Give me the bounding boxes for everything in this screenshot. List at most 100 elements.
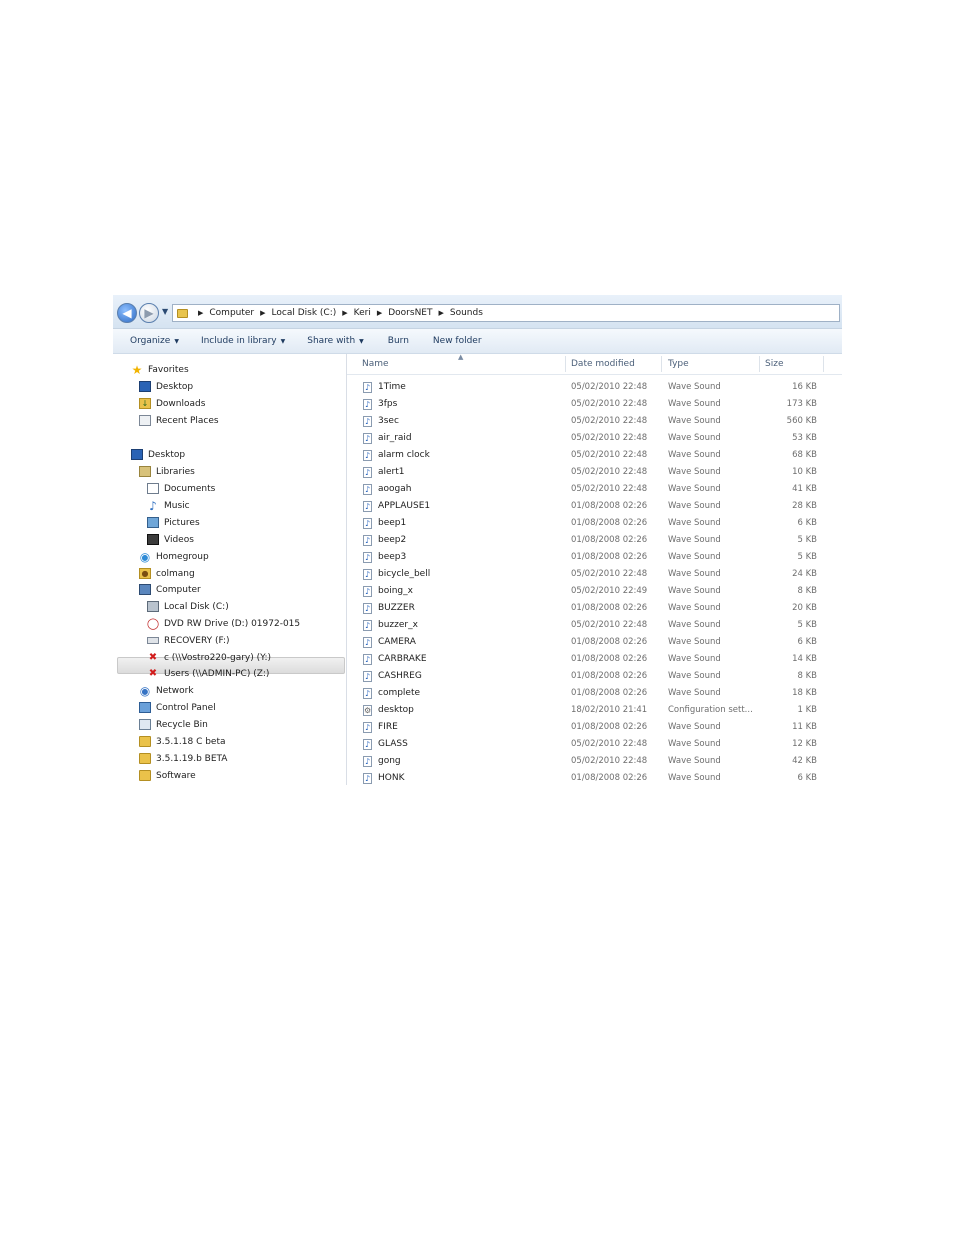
file-row[interactable]: ♪ 3sec 05/02/2010 22:48 Wave Sound 560 KB — [347, 413, 842, 430]
breadcrumb-chevron-icon[interactable]: ▶ — [260, 309, 265, 317]
file-row[interactable]: ♪ CAMERA 01/08/2008 02:26 Wave Sound 6 KB — [347, 634, 842, 651]
column-divider[interactable] — [823, 356, 824, 372]
nav-control-panel[interactable]: Control Panel — [139, 700, 216, 715]
audio-file-icon: ♪ — [363, 416, 372, 427]
file-size: 42 KB — [792, 756, 817, 766]
file-date: 05/02/2010 22:48 — [571, 739, 648, 749]
breadcrumb-sounds[interactable]: Sounds — [450, 308, 483, 318]
nav-favorites[interactable]: ★ Favorites — [131, 362, 189, 377]
pictures-icon — [147, 517, 159, 528]
file-row[interactable]: ♪ 3fps 05/02/2010 22:48 Wave Sound 173 KB — [347, 396, 842, 413]
file-type: Wave Sound — [668, 654, 721, 664]
nav-local-disk[interactable]: Local Disk (C:) — [147, 599, 229, 614]
nav-dvd-drive[interactable]: ◯ DVD RW Drive (D:) 01972-015 — [147, 616, 300, 631]
file-size: 6 KB — [797, 518, 817, 528]
file-name: bicycle_bell — [378, 569, 431, 579]
file-name: CARBRAKE — [378, 654, 427, 664]
folder-icon — [139, 770, 151, 781]
file-row[interactable]: ♪ buzzer_x 05/02/2010 22:48 Wave Sound 5 KB — [347, 617, 842, 634]
nav-folder-1[interactable]: 3.5.1.18 C beta — [139, 734, 226, 749]
nav-videos[interactable]: Videos — [147, 532, 194, 547]
file-row[interactable]: ⚙ desktop 18/02/2010 21:41 Configuration se… — [347, 702, 842, 719]
nav-desktop[interactable]: Desktop — [131, 447, 185, 462]
file-row[interactable]: ♪ CARBRAKE 01/08/2008 02:26 Wave Sound 14 KB — [347, 651, 842, 668]
file-name: alert1 — [378, 467, 405, 477]
nav-libraries[interactable]: Libraries — [139, 464, 195, 479]
nav-network[interactable]: ◉ Network — [139, 683, 194, 698]
disconnected-drive-icon: ✖ — [148, 668, 158, 679]
breadcrumb-keri[interactable]: Keri — [354, 308, 371, 318]
file-date: 01/08/2008 02:26 — [571, 501, 648, 511]
file-row[interactable]: ♪ boing_x 05/02/2010 22:49 Wave Sound 8 KB — [347, 583, 842, 600]
file-row[interactable]: ♪ FIRE 01/08/2008 02:26 Wave Sound 11 KB — [347, 719, 842, 736]
file-row[interactable]: ♪ CASHREG 01/08/2008 02:26 Wave Sound 8 KB — [347, 668, 842, 685]
file-row[interactable]: ♪ aoogah 05/02/2010 22:48 Wave Sound 41 KB — [347, 481, 842, 498]
file-size: 5 KB — [797, 620, 817, 630]
file-row[interactable]: ♪ 1Time 05/02/2010 22:48 Wave Sound 16 KB — [347, 379, 842, 396]
audio-file-icon: ♪ — [363, 467, 372, 478]
nav-homegroup[interactable]: ◉ Homegroup — [139, 549, 209, 564]
nav-downloads[interactable]: ↓ Downloads — [139, 396, 205, 411]
organize-button[interactable]: Organize ▼ — [130, 336, 179, 346]
recent-pages-dropdown-icon[interactable]: ▼ — [162, 307, 168, 316]
file-row[interactable]: ♪ HONK 01/08/2008 02:26 Wave Sound 6 KB — [347, 770, 842, 785]
breadcrumb-local-disk[interactable]: Local Disk (C:) — [272, 308, 337, 318]
new-folder-button[interactable]: New folder — [433, 336, 482, 346]
column-divider[interactable] — [661, 356, 662, 372]
burn-button[interactable]: Burn — [388, 336, 409, 346]
file-row[interactable]: ♪ APPLAUSE1 01/08/2008 02:26 Wave Sound 28 K… — [347, 498, 842, 515]
file-row[interactable]: ♪ air_raid 05/02/2010 22:48 Wave Sound 53 KB — [347, 430, 842, 447]
audio-file-icon: ♪ — [363, 620, 372, 631]
breadcrumb-doorsnet[interactable]: DoorsNET — [388, 308, 432, 318]
file-date: 18/02/2010 21:41 — [571, 705, 648, 715]
breadcrumb-chevron-icon[interactable]: ▶ — [342, 309, 347, 317]
file-row[interactable]: ♪ gong 05/02/2010 22:48 Wave Sound 42 KB — [347, 753, 842, 770]
column-header-date[interactable]: Date modified — [571, 359, 635, 369]
nav-label: c (\\Vostro220-gary) (Y:) — [164, 652, 271, 663]
breadcrumb-chevron-icon[interactable]: ▶ — [438, 309, 443, 317]
include-in-library-button[interactable]: Include in library ▼ — [201, 336, 285, 346]
file-row[interactable]: ♪ GLASS 05/02/2010 22:48 Wave Sound 12 KB — [347, 736, 842, 753]
nav-fav-desktop[interactable]: Desktop — [139, 379, 193, 394]
column-header-name[interactable]: Name — [362, 359, 389, 369]
address-box[interactable]: ▶ Computer ▶ Local Disk (C:) ▶ Keri ▶ Do… — [172, 304, 840, 322]
file-size: 11 KB — [792, 722, 817, 732]
nav-computer[interactable]: Computer — [139, 582, 201, 597]
forward-button[interactable]: ▶ — [139, 303, 159, 323]
file-row[interactable]: ♪ beep3 01/08/2008 02:26 Wave Sound 5 KB — [347, 549, 842, 566]
column-divider[interactable] — [759, 356, 760, 372]
back-button[interactable]: ◀ — [117, 303, 137, 323]
file-row[interactable]: ♪ beep1 01/08/2008 02:26 Wave Sound 6 KB — [347, 515, 842, 532]
file-row[interactable]: ♪ complete 01/08/2008 02:26 Wave Sound 18 KB — [347, 685, 842, 702]
file-row[interactable]: ♪ beep2 01/08/2008 02:26 Wave Sound 5 KB — [347, 532, 842, 549]
share-with-button[interactable]: Share with ▼ — [307, 336, 364, 346]
file-row[interactable]: ♪ alert1 05/02/2010 22:48 Wave Sound 10 KB — [347, 464, 842, 481]
column-header-size[interactable]: Size — [765, 359, 783, 369]
user-folder-icon: ● — [139, 568, 151, 579]
nav-user-folder[interactable]: ● colmang — [139, 566, 195, 581]
nav-network-drive-z[interactable]: ✖ Users (\\ADMIN-PC) (Z:) — [147, 666, 270, 681]
nav-pictures[interactable]: Pictures — [147, 515, 200, 530]
file-row[interactable]: ♪ bicycle_bell 05/02/2010 22:48 Wave Sound 2… — [347, 566, 842, 583]
audio-file-icon: ♪ — [363, 433, 372, 444]
nav-music[interactable]: ♪ Music — [147, 498, 189, 513]
audio-file-icon: ♪ — [363, 552, 372, 563]
nav-folder-3[interactable]: Software — [139, 768, 196, 783]
column-header-type[interactable]: Type — [668, 359, 689, 369]
nav-recycle-bin[interactable]: Recycle Bin — [139, 717, 208, 732]
file-size: 24 KB — [792, 569, 817, 579]
column-divider[interactable] — [565, 356, 566, 372]
nav-network-drive-y[interactable]: ✖ c (\\Vostro220-gary) (Y:) — [147, 650, 271, 665]
nav-folder-2[interactable]: 3.5.1.19.b BETA — [139, 751, 227, 766]
file-row[interactable]: ♪ BUZZER 01/08/2008 02:26 Wave Sound 20 KB — [347, 600, 842, 617]
breadcrumb-chevron-icon[interactable]: ▶ — [198, 309, 203, 317]
nav-recovery[interactable]: RECOVERY (F:) — [147, 633, 230, 648]
breadcrumb-computer[interactable]: Computer — [209, 308, 254, 318]
file-name: boing_x — [378, 586, 413, 596]
file-row[interactable]: ♪ alarm clock 05/02/2010 22:48 Wave Sound 68… — [347, 447, 842, 464]
breadcrumb-chevron-icon[interactable]: ▶ — [377, 309, 382, 317]
nav-recent-places[interactable]: Recent Places — [139, 413, 219, 428]
nav-documents[interactable]: Documents — [147, 481, 215, 496]
nav-label: Recycle Bin — [156, 719, 208, 730]
audio-file-icon: ♪ — [363, 535, 372, 546]
